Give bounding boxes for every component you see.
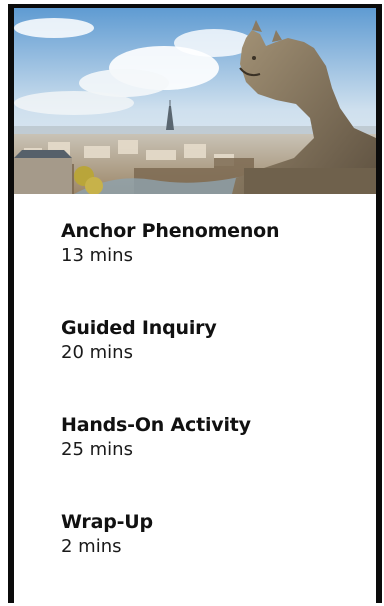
agenda-item-guided-inquiry: Guided Inquiry 20 mins bbox=[61, 315, 361, 412]
agenda-item-title: Wrap-Up bbox=[61, 511, 153, 533]
lesson-card: Anchor Phenomenon 13 mins Guided Inquiry… bbox=[0, 0, 384, 603]
agenda-item-duration: 13 mins bbox=[61, 245, 133, 266]
card-border-right bbox=[376, 4, 382, 603]
agenda-item-title: Hands-On Activity bbox=[61, 414, 251, 436]
paris-gargoyle-illustration bbox=[14, 8, 376, 194]
agenda-item-title: Guided Inquiry bbox=[61, 317, 217, 339]
agenda-item-hands-on-activity: Hands-On Activity 25 mins bbox=[61, 412, 361, 509]
agenda-item-duration: 25 mins bbox=[61, 439, 133, 460]
agenda-list: Anchor Phenomenon 13 mins Guided Inquiry… bbox=[61, 218, 361, 606]
agenda-item-duration: 20 mins bbox=[61, 342, 133, 363]
agenda-item-anchor-phenomenon: Anchor Phenomenon 13 mins bbox=[61, 218, 361, 315]
hero-image bbox=[14, 8, 376, 194]
agenda-item-title: Anchor Phenomenon bbox=[61, 220, 280, 242]
agenda-item-wrap-up: Wrap-Up 2 mins bbox=[61, 509, 361, 606]
agenda-item-duration: 2 mins bbox=[61, 536, 122, 557]
